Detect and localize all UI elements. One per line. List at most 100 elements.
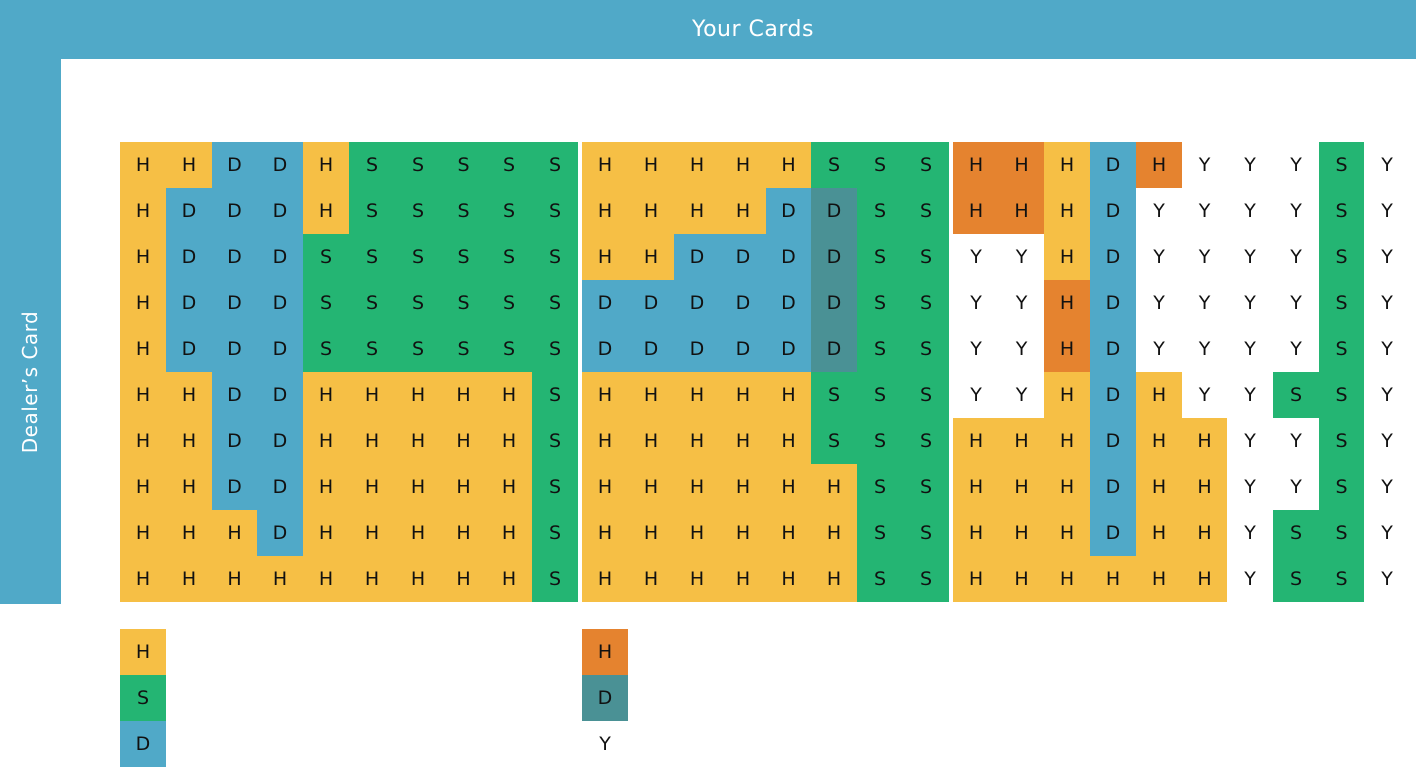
cell-y: Y <box>1136 326 1182 372</box>
cell-y: Y <box>1273 464 1319 510</box>
cell-s: S <box>857 280 903 326</box>
cell-s: S <box>1273 556 1319 602</box>
cell-h: H <box>1044 188 1090 234</box>
cell-h: H <box>1044 372 1090 418</box>
cell-d: D <box>257 188 303 234</box>
cell-d: D <box>1090 326 1136 372</box>
cell-y: Y <box>1364 234 1410 280</box>
cell-s: S <box>303 280 349 326</box>
cell-h: H <box>1136 418 1182 464</box>
cell-h: H <box>674 372 720 418</box>
cell-s: S <box>395 280 441 326</box>
cell-h: H <box>628 418 674 464</box>
cell-d: D <box>257 326 303 372</box>
cell-h: H <box>999 510 1044 556</box>
cell-h: H <box>1044 234 1090 280</box>
cell-h: H <box>303 464 349 510</box>
cell-s: S <box>1319 188 1364 234</box>
cell-s: S <box>532 372 578 418</box>
cell-y: Y <box>1227 510 1273 556</box>
cell-s: S <box>486 188 532 234</box>
cell-d: D <box>257 234 303 280</box>
cell-h: H <box>582 372 628 418</box>
cell-h: H <box>166 464 212 510</box>
cell-ho: H <box>1044 280 1090 326</box>
cell-h: H <box>303 372 349 418</box>
cell-d: D <box>1090 418 1136 464</box>
cell-s: S <box>349 142 395 188</box>
cell-s: S <box>903 464 949 510</box>
cell-y: Y <box>1227 234 1273 280</box>
cell-s: S <box>903 234 949 280</box>
cell-h: H <box>999 464 1044 510</box>
cell-y: Y <box>1182 188 1227 234</box>
cell-h: H <box>1136 556 1182 602</box>
cell-h: H <box>582 418 628 464</box>
cell-y: Y <box>1182 326 1227 372</box>
cell-h: H <box>441 418 486 464</box>
cell-s: S <box>395 142 441 188</box>
cell-h: H <box>441 510 486 556</box>
cell-h: H <box>212 510 257 556</box>
cell-h: H <box>674 142 720 188</box>
cell-s: S <box>903 418 949 464</box>
cell-s: S <box>903 326 949 372</box>
cell-d: D <box>1090 510 1136 556</box>
cell-h: H <box>628 142 674 188</box>
cell-s: S <box>486 280 532 326</box>
cell-h: H <box>674 464 720 510</box>
cell-h: H <box>303 142 349 188</box>
cell-h: H <box>120 510 166 556</box>
cell-h: H <box>766 142 811 188</box>
cell-d: D <box>720 326 766 372</box>
cell-s: S <box>532 142 578 188</box>
cell-h: H <box>1182 510 1227 556</box>
cell-s: S <box>903 510 949 556</box>
cell-d: D <box>766 188 811 234</box>
cell-h: H <box>999 418 1044 464</box>
cell-s: S <box>1319 510 1364 556</box>
cell-s: S <box>486 326 532 372</box>
cell-h: H <box>120 280 166 326</box>
legend-item-d: D <box>120 721 166 767</box>
cell-h: H <box>349 556 395 602</box>
cell-d: D <box>257 464 303 510</box>
cell-s: S <box>486 234 532 280</box>
cell-y: Y <box>1182 142 1227 188</box>
cell-h: H <box>395 372 441 418</box>
cell-s: S <box>903 556 949 602</box>
cell-y: Y <box>1364 280 1410 326</box>
cell-s: S <box>857 556 903 602</box>
cell-h: H <box>811 556 857 602</box>
cell-h: H <box>582 556 628 602</box>
cell-h: H <box>766 372 811 418</box>
dealers-card-title: Dealer’s Card <box>18 310 42 454</box>
cell-d: D <box>766 234 811 280</box>
cell-s: S <box>1319 142 1364 188</box>
cell-h: H <box>628 234 674 280</box>
cell-h: H <box>1182 418 1227 464</box>
cell-d: D <box>1090 234 1136 280</box>
cell-h: H <box>166 418 212 464</box>
cell-d: D <box>166 234 212 280</box>
cell-h: H <box>303 510 349 556</box>
cell-d: D <box>166 326 212 372</box>
cell-h: H <box>1044 418 1090 464</box>
cell-h: H <box>486 556 532 602</box>
cell-h: H <box>1090 556 1136 602</box>
legend-item-ho: H <box>582 629 628 675</box>
cell-h: H <box>674 510 720 556</box>
cell-h: H <box>166 556 212 602</box>
cell-d: D <box>720 280 766 326</box>
cell-y: Y <box>1364 510 1410 556</box>
cell-y: Y <box>999 234 1044 280</box>
cell-d: D <box>166 188 212 234</box>
cell-s: S <box>441 142 486 188</box>
cell-s: S <box>1319 280 1364 326</box>
cell-h: H <box>1136 510 1182 556</box>
cell-s: S <box>441 234 486 280</box>
cell-h: H <box>349 510 395 556</box>
cell-s: S <box>532 556 578 602</box>
cell-h: H <box>674 556 720 602</box>
cell-h: H <box>166 510 212 556</box>
